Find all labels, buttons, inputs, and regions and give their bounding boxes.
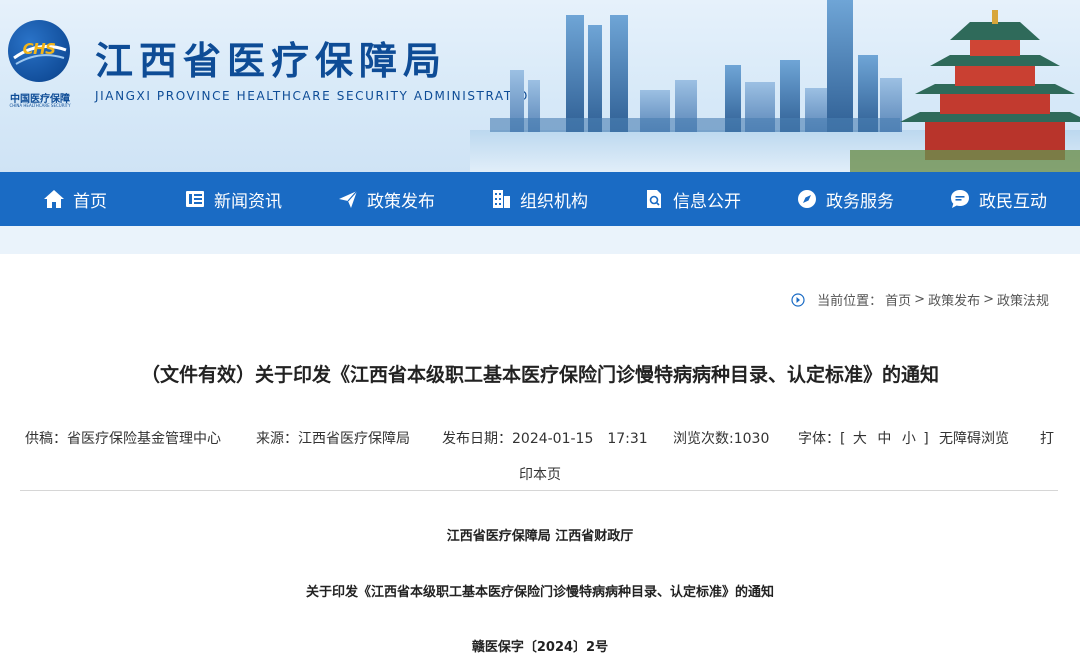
nav-item-news[interactable]: 新闻资讯 (184, 172, 282, 226)
document-search-icon (643, 188, 665, 210)
nav-label: 政务服务 (826, 191, 894, 212)
print-link-part2[interactable]: 印本页 (0, 464, 1080, 484)
nav-item-policy[interactable]: 政策发布 (337, 172, 435, 226)
content-top-strip (0, 226, 1080, 254)
nav-label: 新闻资讯 (214, 191, 282, 212)
article-title: （文件有效）关于印发《江西省本级职工基本医疗保险门诊慢特病病种目录、认定标准》的… (140, 364, 939, 386)
nav-label: 信息公开 (673, 191, 741, 212)
nav-item-services[interactable]: 政务服务 (796, 172, 894, 226)
nav-label: 首页 (73, 191, 107, 212)
breadcrumb-regulations[interactable]: 政策法规 (997, 290, 1049, 309)
breadcrumb-separator: > (914, 292, 926, 307)
nav-label: 政策发布 (367, 191, 435, 212)
accessible-browse-link[interactable]: 无障碍浏览 (939, 428, 1009, 448)
meta-date: 发布日期：2024-01-15 17:31 (442, 431, 648, 447)
font-size-label: 字体：[ (798, 431, 846, 447)
doc-title: 关于印发《江西省本级职工基本医疗保险门诊慢特病病种目录、认定标准》的通知 (305, 585, 774, 600)
print-link-part1[interactable]: 打 (1040, 428, 1054, 448)
font-large-button[interactable]: 大 (853, 431, 867, 447)
logo-mark: CHS (22, 40, 56, 58)
building-icon (490, 188, 512, 210)
news-icon (184, 188, 206, 210)
main-nav: 首页 新闻资讯 政策发布 组织机构 信息公开 政务服务 政民互动 (0, 172, 1080, 226)
font-small-button[interactable]: 小 (902, 431, 916, 447)
meta-views: 浏览次数:1030 (673, 431, 770, 447)
home-icon (43, 188, 65, 210)
logo-en-text: CHINA HEALTHCARE SECURITY (9, 103, 71, 108)
nav-label: 组织机构 (520, 191, 588, 212)
nav-label: 政民互动 (979, 191, 1047, 212)
nav-item-info-disclosure[interactable]: 信息公开 (643, 172, 741, 226)
compass-icon (796, 188, 818, 210)
breadcrumb-home[interactable]: 首页 (885, 290, 911, 309)
font-size-end: ] (923, 431, 929, 447)
font-size-control: 字体：[ 大 中 小 ] (798, 428, 929, 448)
nav-item-home[interactable]: 首页 (43, 172, 107, 226)
location-arrow-icon (791, 292, 805, 307)
nav-item-interaction[interactable]: 政民互动 (949, 172, 1047, 226)
breadcrumb: 当前位置： 首页 > 政策发布 > 政策法规 (791, 290, 1052, 309)
breadcrumb-separator: > (983, 292, 994, 307)
paper-plane-icon (337, 188, 359, 210)
breadcrumb-policy[interactable]: 政策发布 (928, 290, 980, 309)
meta-contributor: 供稿：省医疗保险基金管理中心 (25, 431, 221, 447)
breadcrumb-prefix: 当前位置： (817, 294, 883, 309)
header-banner: CHS 中国医疗保障 CHINA HEALTHCARE SECURITY 江西省… (0, 0, 1080, 172)
doc-issuer: 江西省医疗保障局 江西省财政厅 (446, 529, 634, 544)
nav-item-organization[interactable]: 组织机构 (490, 172, 588, 226)
city-skyline-illustration (470, 0, 1080, 172)
site-title: 江西省医疗保障局 (95, 39, 448, 83)
doc-number: 赣医保字〔2024〕2号 (471, 640, 609, 655)
chat-icon (949, 188, 971, 210)
font-medium-button[interactable]: 中 (877, 431, 891, 447)
meta-divider (20, 490, 1058, 491)
meta-source: 来源：江西省医疗保障局 (256, 431, 410, 447)
